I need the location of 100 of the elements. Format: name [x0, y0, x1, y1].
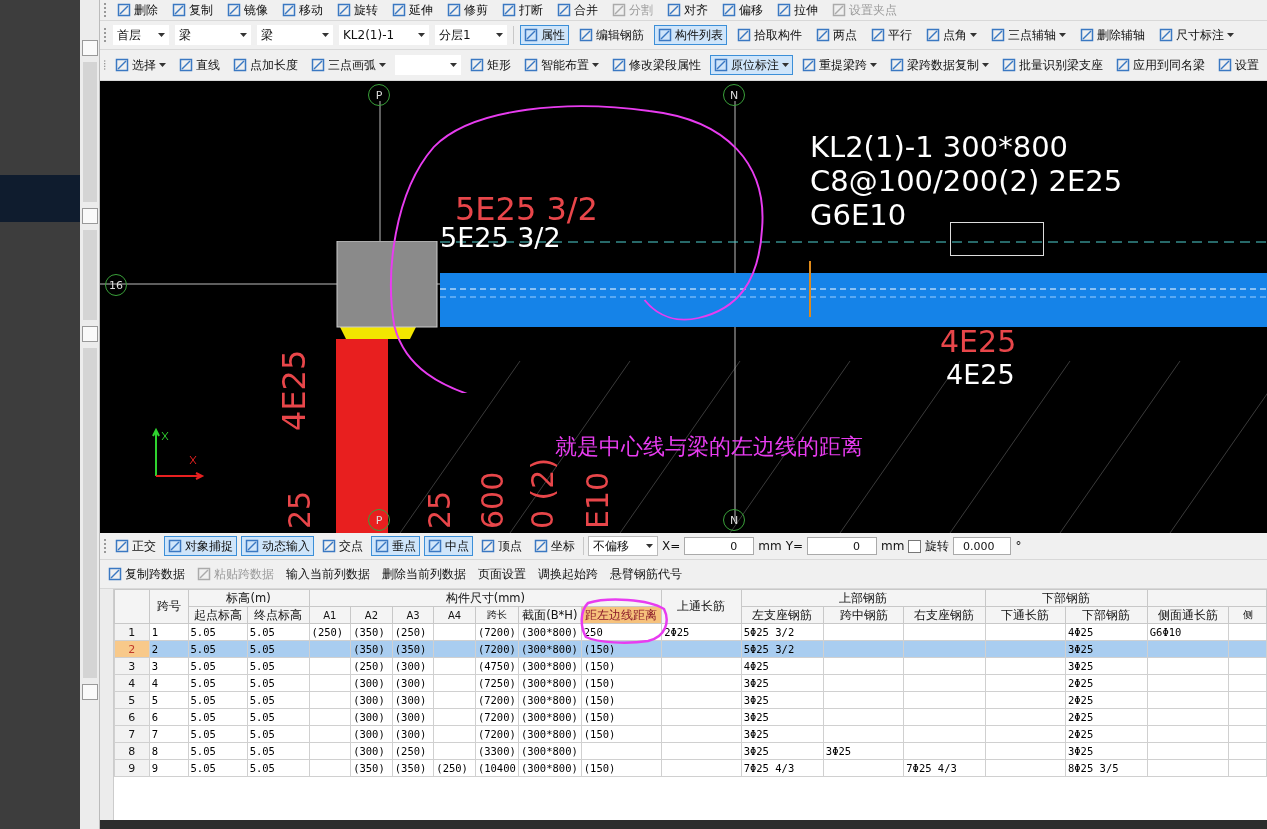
grip-icon	[104, 538, 107, 554]
toolbar-button[interactable]: 偏移	[718, 0, 767, 20]
table-cell: (300)	[350, 708, 393, 726]
table-cell: (150)	[581, 708, 662, 726]
toolbar-button[interactable]: 平行	[867, 25, 916, 45]
toolbar-button[interactable]: 打断	[498, 0, 547, 20]
table-cell: 2Φ25	[1065, 725, 1148, 743]
table-cell: (300)	[350, 725, 393, 743]
dropdown[interactable]: KL2(1)-1	[339, 25, 429, 45]
toolbar-button[interactable]: 悬臂钢筋代号	[606, 564, 686, 584]
scrollbar[interactable]	[82, 62, 97, 202]
toolbar-button[interactable]: 删除辅轴	[1076, 25, 1149, 45]
toolbar-button[interactable]: 批量识别梁支座	[998, 55, 1107, 75]
tool-icon	[282, 3, 296, 17]
toolbar-button[interactable]: 调换起始跨	[534, 564, 602, 584]
panel-control[interactable]	[81, 326, 98, 342]
table-cell: 5.05	[247, 691, 310, 709]
toolbar-button[interactable]: 点角	[922, 25, 981, 45]
drawing-canvas[interactable]: P N 16 P N KL2(1)-1 300*800 C8@100/200(2) 2E25 5E25 3/2 G6E10 5E25 3/2 4E25 4E25 4E25 25 25 600 0 (2) E10 就是中心线与梁的左边线的距离	[100, 81, 1267, 533]
toolbar-button[interactable]: 智能布置	[520, 55, 603, 75]
tool-icon	[714, 58, 728, 72]
toolbar-button[interactable]: 坐标	[530, 536, 579, 556]
toolbar-button[interactable]: 编辑钢筋	[575, 25, 648, 45]
toolbar-button[interactable]: 页面设置	[474, 564, 530, 584]
input-field[interactable]: 0.000	[953, 537, 1012, 555]
tool-icon	[115, 539, 129, 553]
toolbar-button[interactable]: 移动	[278, 0, 327, 20]
dropdown[interactable]: 梁	[257, 25, 333, 45]
toolbar-button[interactable]: 合并	[553, 0, 602, 20]
dropdown[interactable]: 不偏移	[588, 536, 658, 556]
panel-control[interactable]	[81, 684, 98, 700]
checkbox-label: 旋转	[925, 537, 950, 555]
toolbar-button[interactable]: 修改梁段属性	[608, 55, 705, 75]
scrollbar[interactable]	[82, 348, 97, 678]
caret-icon	[496, 32, 503, 38]
toolbar-button[interactable]: 输入当前列数据	[282, 564, 374, 584]
table-cell: (350)	[350, 640, 393, 658]
toolbar-button[interactable]: 延伸	[388, 0, 437, 20]
toolbar-button[interactable]: 直线	[175, 55, 224, 75]
tool-icon	[108, 567, 122, 581]
toolbar-button[interactable]: 拉伸	[773, 0, 822, 20]
toolbar-button[interactable]: 三点辅轴	[987, 25, 1070, 45]
scrollbar[interactable]	[82, 230, 97, 320]
table-cell: 9	[149, 759, 188, 777]
toolbar-button[interactable]: 复制跨数据	[104, 564, 189, 584]
toolbar-button[interactable]: 对象捕捉	[164, 536, 237, 556]
panel-control[interactable]	[81, 208, 98, 224]
toolbar-button[interactable]: 矩形	[466, 55, 515, 75]
input-field[interactable]: 0	[807, 537, 878, 555]
table-cell: 5.05	[188, 742, 248, 760]
toolbar-button[interactable]: 选择	[111, 55, 170, 75]
toolbar-button[interactable]: 对齐	[663, 0, 712, 20]
tool-icon	[168, 539, 182, 553]
input-field[interactable]: 0	[684, 537, 755, 555]
tool-icon	[802, 58, 816, 72]
toolbar-button[interactable]: 构件列表	[654, 25, 727, 45]
tool-icon	[524, 28, 538, 42]
toolbar-button[interactable]: 点加长度	[229, 55, 302, 75]
toolbar-button[interactable]: 修剪	[443, 0, 492, 20]
tool-icon	[428, 539, 442, 553]
unit-label: mm	[758, 539, 782, 553]
toolbar-button[interactable]: 删除当前列数据	[378, 564, 470, 584]
toolbar-button[interactable]: 重提梁跨	[798, 55, 881, 75]
table-cell: 5.05	[247, 759, 310, 777]
dropdown[interactable]: 首层	[113, 25, 169, 45]
tool-icon	[737, 28, 751, 42]
toolbar-button[interactable]: 属性	[520, 25, 569, 45]
table-cell: 2Φ25	[1065, 708, 1148, 726]
toolbar-button[interactable]: 顶点	[477, 536, 526, 556]
toolbar-button[interactable]: 三点画弧	[307, 55, 390, 75]
table-cell: 2Φ25	[1065, 691, 1148, 709]
checkbox[interactable]	[908, 539, 922, 553]
table-cell: 8	[149, 742, 188, 760]
tool-icon	[612, 3, 626, 17]
toolbar-button[interactable]: 复制	[168, 0, 217, 20]
dropdown[interactable]: 梁	[175, 25, 251, 45]
toolbar-button[interactable]: 交点	[318, 536, 367, 556]
table-cell: (300)	[392, 725, 434, 743]
toolbar-button[interactable]: 设置	[1214, 55, 1263, 75]
toolbar-button[interactable]: 两点	[812, 25, 861, 45]
toolbar-button[interactable]: 尺寸标注	[1155, 25, 1238, 45]
panel-control[interactable]	[81, 40, 98, 56]
rebar-label: 4E25	[946, 361, 1015, 388]
toolbar-button[interactable]: 正交	[111, 536, 160, 556]
tool-icon	[658, 28, 672, 42]
header-cell: 跨号	[149, 589, 188, 624]
toolbar-button[interactable]: 原位标注	[710, 55, 793, 75]
toolbar-button[interactable]: 应用到同名梁	[1112, 55, 1209, 75]
dropdown[interactable]: 分层1	[435, 25, 507, 45]
table-cell: 5.05	[247, 742, 310, 760]
toolbar-button[interactable]: 镜像	[223, 0, 272, 20]
toolbar-button[interactable]: 中点	[424, 536, 473, 556]
toolbar-button[interactable]: 删除	[113, 0, 162, 20]
toolbar-button[interactable]: 垂点	[371, 536, 420, 556]
rebar-label: E10	[583, 471, 613, 529]
caret-icon	[1059, 32, 1066, 38]
toolbar-button[interactable]: 梁跨数据复制	[886, 55, 993, 75]
toolbar-button[interactable]: 旋转	[333, 0, 382, 20]
toolbar-button[interactable]: 拾取构件	[733, 25, 806, 45]
toolbar-button[interactable]: 动态输入	[241, 536, 314, 556]
